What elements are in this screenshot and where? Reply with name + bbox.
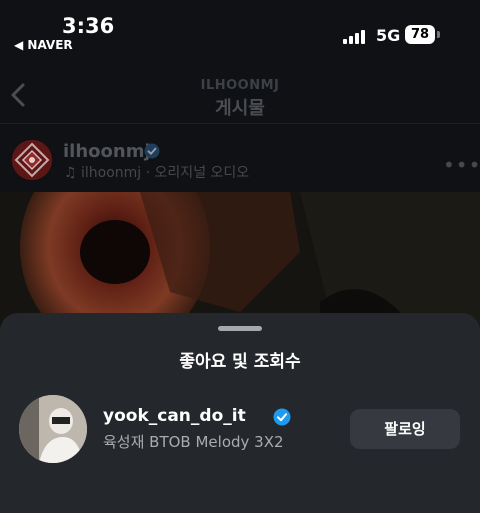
user-full-name: 육성재 BTOB Melody 3X2: [103, 433, 284, 451]
status-bar: 3:36 ◀ NAVER 5G 78: [0, 0, 480, 60]
status-time: 3:36: [62, 14, 115, 38]
following-button[interactable]: 팔로잉: [350, 409, 460, 449]
network-type: 5G: [376, 26, 401, 45]
post-author-row: ilhoonmj ♫ ilhoonmj · 오리지널 오디오 •••: [0, 125, 480, 191]
author-avatar[interactable]: [12, 140, 52, 180]
header-divider: [0, 123, 480, 124]
likes-views-sheet: 좋아요 및 조회수 yook_can_do_it 육성재 BTOB Melody…: [0, 313, 480, 513]
signal-icon: [343, 28, 369, 44]
battery-icon: 78: [405, 25, 435, 44]
verified-badge-icon: [144, 143, 160, 159]
battery-cap: [437, 31, 440, 38]
page-header: ILHOONMJ 게시물: [0, 62, 480, 122]
page-title: 게시물: [215, 98, 265, 119]
author-username[interactable]: ilhoonmj: [63, 141, 151, 162]
audio-label[interactable]: ♫ ilhoonmj · 오리지널 오디오: [64, 162, 249, 182]
user-username[interactable]: yook_can_do_it: [103, 406, 246, 426]
audio-text: ilhoonmj · 오리지널 오디오: [81, 165, 250, 181]
sheet-title: 좋아요 및 조회수: [179, 352, 301, 372]
sheet-drag-handle[interactable]: [218, 326, 262, 331]
music-note-icon: ♫: [64, 165, 77, 181]
verified-badge-icon: [273, 408, 291, 426]
back-to-app-link[interactable]: ◀ NAVER: [14, 38, 73, 52]
header-username: ILHOONMJ: [200, 78, 280, 93]
more-options-icon[interactable]: •••: [443, 153, 480, 177]
user-avatar[interactable]: [19, 395, 87, 463]
